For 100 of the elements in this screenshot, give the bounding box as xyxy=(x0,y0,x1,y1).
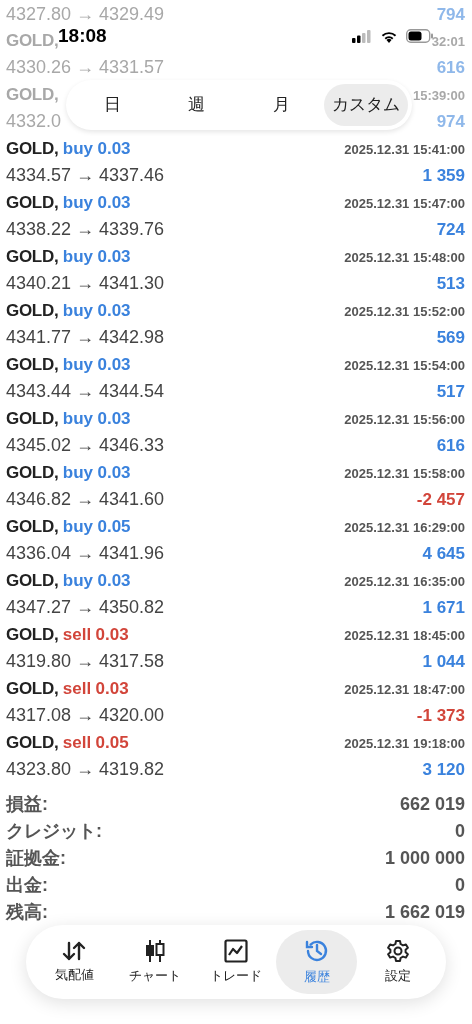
profit-amount: 974 xyxy=(436,111,465,133)
symbol-label: GOLD, xyxy=(6,679,59,698)
trade-time: 2025.12.31 15:47:00 xyxy=(344,195,465,213)
trade-time: 2025.12.31 15:54:00 xyxy=(344,357,465,375)
profit-amount: 1 359 xyxy=(422,165,465,187)
summary-label: 出金: xyxy=(6,874,48,897)
symbol-label: GOLD, xyxy=(6,571,59,590)
price-range: 4336.04 → 4341.96 xyxy=(6,542,165,565)
trade-side: buy xyxy=(62,247,94,266)
summary-value: 0 xyxy=(455,820,465,843)
period-tab[interactable]: 週 xyxy=(154,84,239,126)
symbol-label: GOLD, xyxy=(6,139,59,158)
profit-amount: 513 xyxy=(436,273,465,295)
arrows-icon xyxy=(61,939,88,962)
summary-value: 662 019 xyxy=(399,793,465,816)
trade-volume: 0.05 xyxy=(97,517,131,536)
battery-icon xyxy=(406,29,434,43)
price-range: 4330.26 → 4331.57 xyxy=(6,56,165,79)
symbol-label: GOLD, xyxy=(6,733,59,752)
price-range: 4340.21 → 4341.30 xyxy=(6,272,165,295)
trade-side: sell xyxy=(62,733,92,752)
trade-time: 32:01 xyxy=(431,33,465,51)
trade-time: 2025.12.31 15:58:00 xyxy=(344,465,465,483)
profit-amount: 3 120 xyxy=(422,759,465,781)
trade-volume: 0.03 xyxy=(95,625,129,644)
period-tab[interactable]: 月 xyxy=(239,84,324,126)
symbol-label: GOLD, xyxy=(6,193,59,212)
trade-time: 2025.12.31 15:48:00 xyxy=(344,249,465,267)
profit-amount: 569 xyxy=(436,327,465,349)
trade-time: 2025.12.31 15:56:00 xyxy=(344,411,465,429)
trade-side: sell xyxy=(62,625,92,644)
profit-amount: 724 xyxy=(436,219,465,241)
trade-volume: 0.03 xyxy=(97,571,131,590)
nav-tab[interactable]: チャート xyxy=(114,930,196,994)
symbol-label: GOLD, xyxy=(6,409,59,428)
trade-volume: 0.05 xyxy=(95,733,129,752)
price-range: 4347.27 → 4350.82 xyxy=(6,596,165,619)
trade-side: buy xyxy=(62,355,94,374)
trade-time: 2025.12.31 15:41:00 xyxy=(344,141,465,159)
summary-label: 証拠金: xyxy=(6,847,66,870)
trade-side: sell xyxy=(62,679,92,698)
summary-label: 残高: xyxy=(6,901,48,924)
profit-amount: 616 xyxy=(436,435,465,457)
price-range: 4332.0 xyxy=(6,110,62,133)
trade-volume: 0.03 xyxy=(97,409,131,428)
price-range: 4319.80 → 4317.58 xyxy=(6,650,165,673)
price-range: 4338.22 → 4339.76 xyxy=(6,218,165,241)
symbol-label: GOLD, xyxy=(6,517,59,536)
summary-label: 損益: xyxy=(6,793,48,816)
profit-amount: 616 xyxy=(436,57,465,79)
trade-time: 2025.12.31 19:18:00 xyxy=(344,735,465,753)
symbol-label: GOLD, xyxy=(6,247,59,266)
trade-volume: 0.03 xyxy=(97,247,131,266)
nav-tab[interactable]: 気配値 xyxy=(34,930,115,994)
profit-amount: -1 373 xyxy=(416,705,465,727)
profit-amount: 794 xyxy=(436,3,465,26)
trade-side: buy xyxy=(62,517,94,536)
trade-side: buy xyxy=(62,139,94,158)
trade-volume: 0.03 xyxy=(95,679,129,698)
trade-side: buy xyxy=(62,301,94,320)
settings-icon xyxy=(385,938,410,963)
profit-amount: 4 645 xyxy=(422,543,465,565)
trade-volume: 0.03 xyxy=(97,193,131,212)
symbol-label: GOLD, xyxy=(6,355,59,374)
symbol-label: GOLD, xyxy=(6,625,59,644)
symbol-label: GOLD, xyxy=(6,84,59,106)
trade-side: buy xyxy=(62,409,94,428)
symbol-label: GOLD, xyxy=(6,463,59,482)
trade-volume: 0.03 xyxy=(97,301,131,320)
trade-time: 2025.12.31 15:52:00 xyxy=(344,303,465,321)
summary-label: クレジット: xyxy=(6,820,102,843)
trade-side: buy xyxy=(62,571,94,590)
symbol-label: GOLD, xyxy=(6,30,59,52)
price-range: 4341.77 → 4342.98 xyxy=(6,326,165,349)
trade-volume: 0.03 xyxy=(97,463,131,482)
profit-amount: 1 044 xyxy=(422,651,465,673)
nav-tab[interactable]: 設定 xyxy=(357,930,438,994)
trade-time: 2025.12.31 16:35:00 xyxy=(344,573,465,591)
wifi-icon xyxy=(380,29,398,43)
trade-volume: 0.03 xyxy=(97,139,131,158)
profit-amount: 1 671 xyxy=(422,597,465,619)
profit-amount: 517 xyxy=(436,381,465,403)
line-chart-icon xyxy=(224,938,248,963)
price-range: 4346.82 → 4341.60 xyxy=(6,488,165,511)
profit-amount: -2 457 xyxy=(416,489,465,511)
trade-side: buy xyxy=(62,463,94,482)
trade-time: 2025.12.31 16:29:00 xyxy=(344,519,465,537)
signal-icon xyxy=(352,29,372,43)
candlestick-icon xyxy=(144,938,167,963)
nav-tab[interactable]: トレード xyxy=(195,930,277,994)
status-time: 18:08 xyxy=(58,23,107,48)
symbol-label: GOLD, xyxy=(6,301,59,320)
period-tab[interactable]: 日 xyxy=(70,84,155,126)
trade-time: 2025.12.31 18:45:00 xyxy=(344,627,465,645)
price-range: 4343.44 → 4344.54 xyxy=(6,380,165,403)
price-range: 4317.08 → 4320.00 xyxy=(6,704,165,727)
summary-value: 1 662 019 xyxy=(384,901,465,924)
price-range: 4345.02 → 4346.33 xyxy=(6,434,165,457)
period-tab[interactable]: カスタム xyxy=(323,84,408,126)
trade-volume: 0.03 xyxy=(97,355,131,374)
